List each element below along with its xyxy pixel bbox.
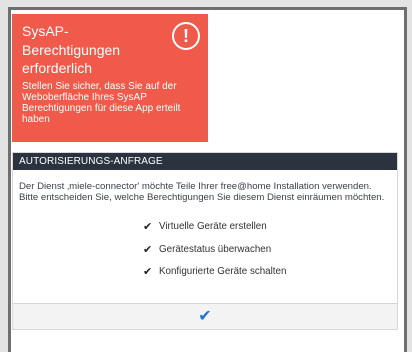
permission-list: ✔ Virtuelle Geräte erstellen ✔ Gerätesta… bbox=[143, 215, 397, 283]
confirm-button[interactable]: ✔ bbox=[198, 308, 211, 325]
checkbox-check-icon[interactable]: ✔ bbox=[143, 220, 157, 233]
exclamation-circle-icon: ! bbox=[172, 22, 200, 50]
permission-label: Virtuelle Geräte erstellen bbox=[159, 221, 267, 233]
permission-checkbox-monitor-device-status[interactable]: ✔ Gerätestatus überwachen bbox=[143, 238, 397, 261]
panel-header: AUTORISIERUNGS-ANFRAGE bbox=[13, 153, 397, 170]
permission-label: Gerätestatus überwachen bbox=[159, 243, 272, 255]
authorization-request-panel: AUTORISIERUNGS-ANFRAGE Der Dienst ‚miele… bbox=[12, 152, 398, 330]
checkbox-check-icon[interactable]: ✔ bbox=[143, 243, 157, 256]
checkbox-check-icon[interactable]: ✔ bbox=[143, 265, 157, 278]
panel-footer: ✔ bbox=[13, 303, 397, 329]
permission-label: Konfigurierte Geräte schalten bbox=[159, 266, 287, 278]
panel-description: Der Dienst ‚miele-connector' möchte Teil… bbox=[19, 181, 385, 204]
alert-title: SysAP-Berechtigungen erforderlich bbox=[22, 23, 121, 76]
alert-body: Stellen Sie sicher, dass Sie auf der Web… bbox=[22, 80, 181, 126]
permission-checkbox-create-virtual-devices[interactable]: ✔ Virtuelle Geräte erstellen bbox=[143, 215, 397, 238]
permission-checkbox-switch-configured-devices[interactable]: ✔ Konfigurierte Geräte schalten bbox=[143, 260, 397, 283]
permission-alert: SysAP-Berechtigungen erforderlich Stelle… bbox=[12, 14, 208, 142]
